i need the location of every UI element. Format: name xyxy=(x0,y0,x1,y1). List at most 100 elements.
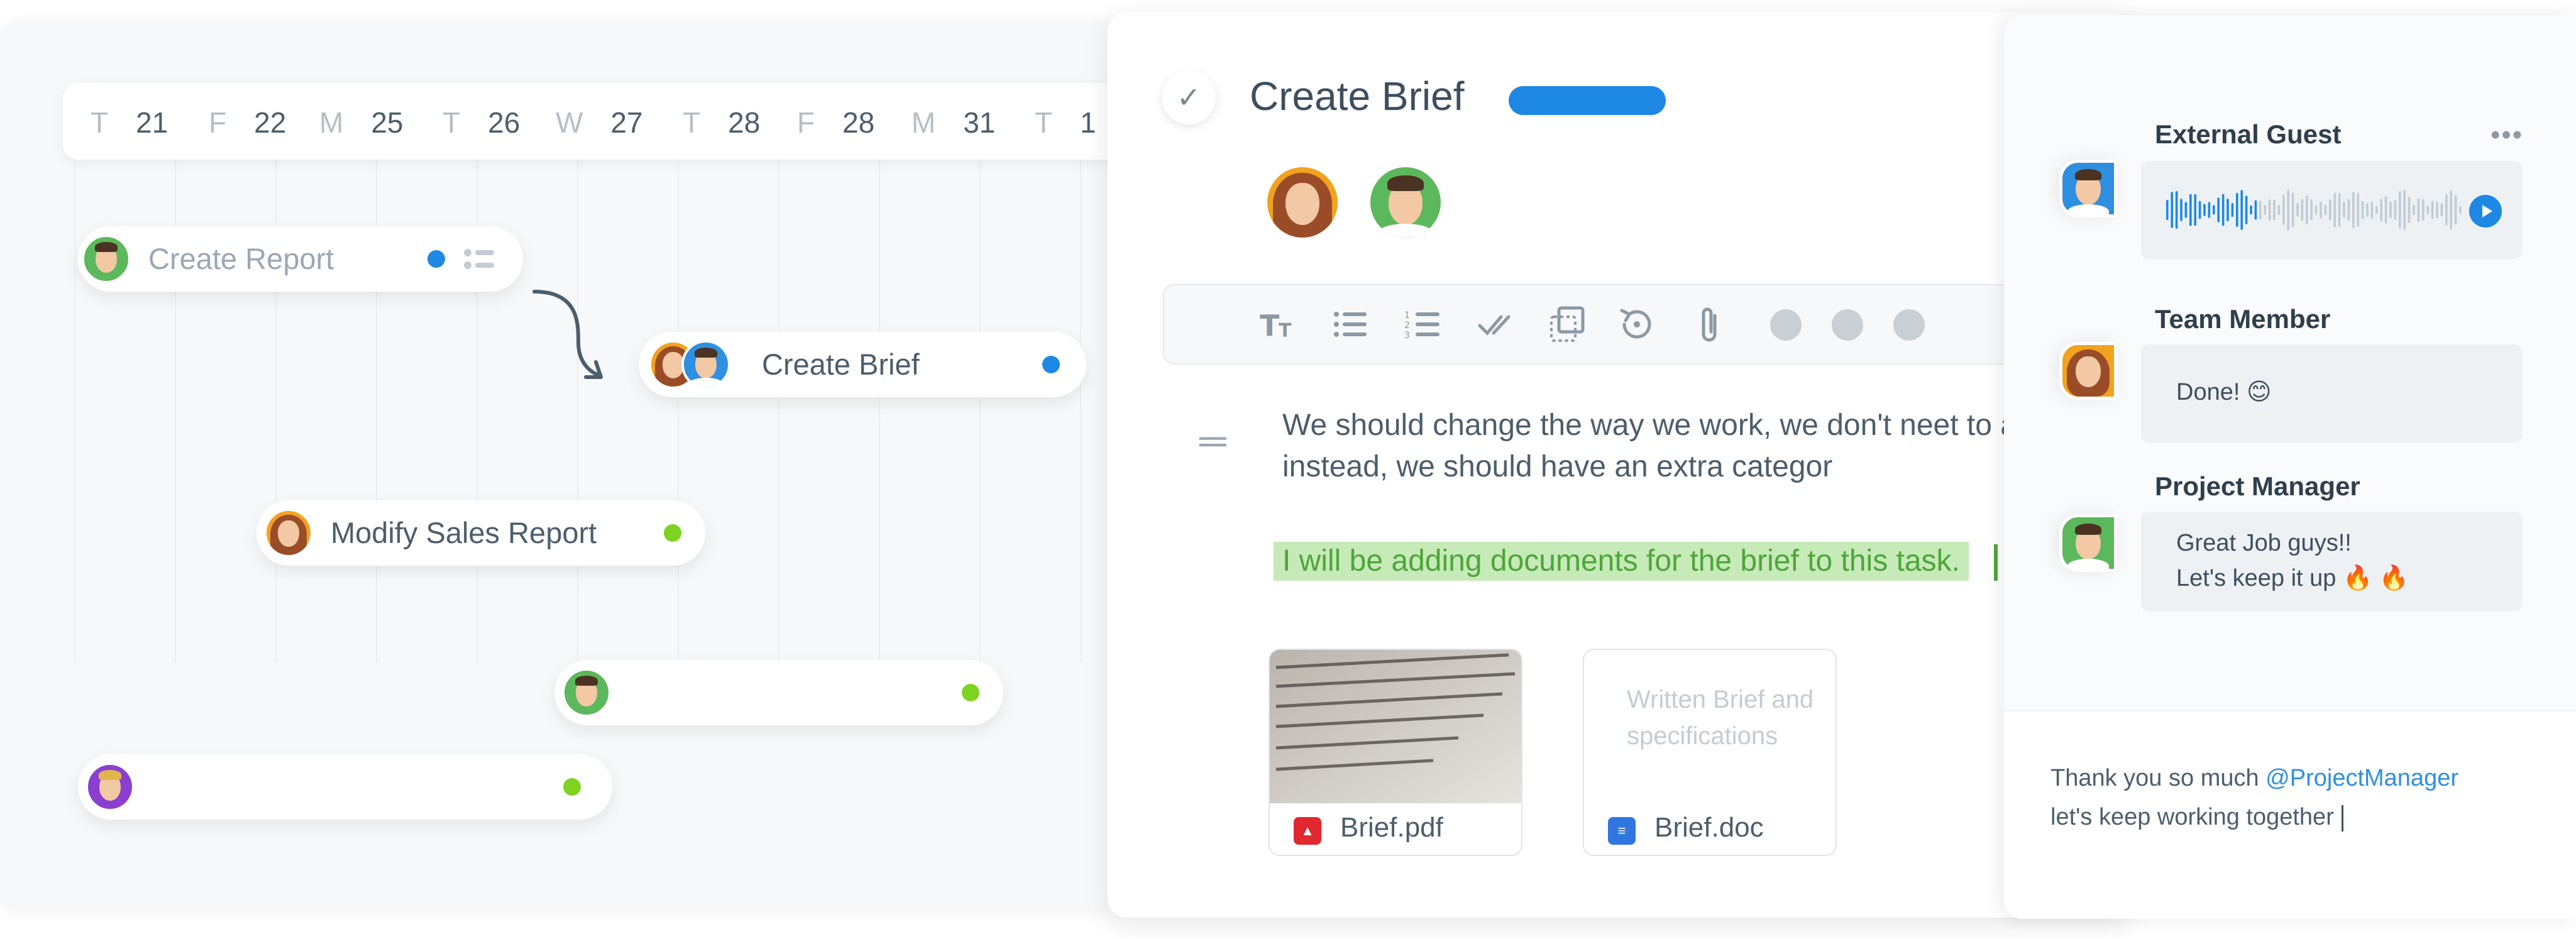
editor-toolbar: T T 1 2 3 xyxy=(1163,284,2132,365)
waveform-bar xyxy=(2180,199,2182,221)
document-preview-text: Written Brief and specifications xyxy=(1627,686,1814,750)
avatar xyxy=(2059,514,2117,572)
task-bar[interactable] xyxy=(554,660,1003,725)
date-day: 26 xyxy=(488,106,520,139)
svg-text:T: T xyxy=(1279,320,1292,342)
task-bar-create-report[interactable]: Create Report xyxy=(78,226,523,292)
svg-text:1: 1 xyxy=(1404,310,1410,321)
date-weekday: F xyxy=(209,106,227,139)
waveform-bar xyxy=(2329,199,2331,221)
waveform-bar xyxy=(2310,199,2313,221)
date-cell[interactable]: T1 xyxy=(1035,106,1096,140)
waveform-bar xyxy=(2268,199,2271,221)
more-options-icon[interactable]: ••• xyxy=(2491,119,2523,151)
date-weekday: M xyxy=(319,106,344,139)
attachment-card-pdf[interactable]: ▲ Brief.pdf xyxy=(1269,649,1522,856)
waveform-bar xyxy=(2189,194,2192,226)
avatar xyxy=(85,762,135,811)
message-text: Great Job guys!! xyxy=(2176,530,2352,556)
highlighted-text[interactable]: I will be adding documents for the brief… xyxy=(1274,542,1969,581)
more-icon[interactable] xyxy=(1832,309,1863,341)
waveform-bar xyxy=(2370,201,2374,219)
waveform-bar xyxy=(2245,195,2248,224)
more-icon[interactable] xyxy=(1893,309,1925,341)
date-cell[interactable]: T 21 xyxy=(91,106,168,140)
waveform-bar xyxy=(2194,194,2196,226)
waveform-bar xyxy=(2394,200,2397,220)
waveform-bar xyxy=(2259,200,2262,219)
date-cell[interactable]: T 26 xyxy=(443,106,520,140)
date-day: 27 xyxy=(610,106,643,139)
attachment-name: Brief.pdf xyxy=(1340,812,1443,843)
waveform-bar xyxy=(2338,193,2341,227)
task-label: Create Brief xyxy=(762,348,920,381)
date-cell[interactable]: M 31 xyxy=(911,106,996,140)
waveform-bar xyxy=(2226,199,2229,221)
waveform-bar xyxy=(2403,190,2406,230)
attachment-card-doc[interactable]: Written Brief and specifications ≡ Brief… xyxy=(1583,649,1837,856)
numbered-list-icon[interactable]: 1 2 3 xyxy=(1403,304,1443,344)
composer-text: Thank you so much xyxy=(2050,765,2266,791)
assignee-avatar[interactable] xyxy=(1263,163,1341,241)
task-bar-modify-sales-report[interactable]: Modify Sales Report xyxy=(256,500,705,566)
more-icon[interactable] xyxy=(1770,309,1802,341)
waveform-bar xyxy=(2277,204,2281,216)
waveform-bar xyxy=(2291,192,2294,228)
message-bubble[interactable]: Great Job guys!! Let's keep it up 🔥 🔥 xyxy=(2141,512,2522,611)
waveform-bar xyxy=(2296,203,2299,217)
waveform-bar xyxy=(2171,192,2173,228)
date-cell[interactable]: M 25 xyxy=(319,106,404,140)
assignee-avatar[interactable] xyxy=(1367,163,1445,241)
waveform-bar xyxy=(2380,199,2382,221)
task-bar[interactable] xyxy=(78,754,612,820)
waveform-bar xyxy=(2264,205,2266,215)
task-title[interactable]: Create Brief xyxy=(1250,73,1464,119)
waveform-bar xyxy=(2399,191,2401,229)
double-check-icon[interactable] xyxy=(1477,304,1517,344)
date-weekday: M xyxy=(911,106,936,139)
date-cell[interactable]: F 28 xyxy=(797,106,874,140)
subtasks-icon[interactable] xyxy=(463,248,497,270)
waveform-bar xyxy=(2408,197,2411,223)
waveform-bar xyxy=(2282,194,2285,226)
task-label: Create Report xyxy=(148,242,334,275)
waveform-bar xyxy=(2221,194,2225,226)
waveform-bar xyxy=(2422,199,2425,221)
bulleted-list-icon[interactable] xyxy=(1330,304,1370,344)
avatar xyxy=(264,508,313,557)
history-icon[interactable] xyxy=(1617,304,1657,344)
composer-line: let's keep working together xyxy=(2050,798,2343,836)
copy-icon[interactable] xyxy=(1548,304,1588,344)
date-day: 21 xyxy=(136,106,168,139)
play-icon[interactable] xyxy=(2469,195,2502,228)
dependency-arrow xyxy=(532,290,603,379)
date-cell[interactable]: T 28 xyxy=(683,106,760,140)
text-size-icon[interactable]: T T xyxy=(1257,304,1297,344)
mention-link[interactable]: @ProjectManager xyxy=(2265,765,2458,791)
status-dot xyxy=(1042,356,1060,373)
status-pill[interactable] xyxy=(1509,86,1666,115)
status-dot xyxy=(563,778,581,796)
waveform-bar xyxy=(2208,202,2211,218)
date-cell[interactable]: W 27 xyxy=(556,106,643,140)
date-header: T 21 F 22 M 25 T 26 W 27 T 28 F 28 M 31 T1 xyxy=(63,83,1131,160)
voice-message[interactable] xyxy=(2141,161,2522,259)
date-weekday: T xyxy=(683,106,701,139)
date-cell[interactable]: F 22 xyxy=(209,106,286,140)
waveform-bar xyxy=(2301,199,2304,221)
complete-task-button[interactable]: ✓ xyxy=(1162,70,1216,124)
drag-handle-icon[interactable]: ═ xyxy=(1199,419,1226,462)
date-day: 1 xyxy=(1080,106,1096,139)
status-dot xyxy=(962,684,979,701)
svg-text:T: T xyxy=(1260,309,1280,343)
waveform-bar xyxy=(2431,200,2434,219)
message-composer[interactable]: Thank you so much @ProjectManager let's … xyxy=(2004,710,2576,919)
date-weekday: F xyxy=(797,106,815,139)
message-bubble[interactable]: Done! 😊 xyxy=(2141,344,2522,442)
waveform-bar xyxy=(2231,202,2234,217)
message-author: Project Manager xyxy=(2155,471,2360,501)
avatar xyxy=(562,668,611,717)
waveform-bar xyxy=(2198,200,2201,219)
attachment-icon[interactable] xyxy=(1690,304,1730,344)
task-bar-create-brief[interactable]: Create Brief xyxy=(639,332,1086,397)
